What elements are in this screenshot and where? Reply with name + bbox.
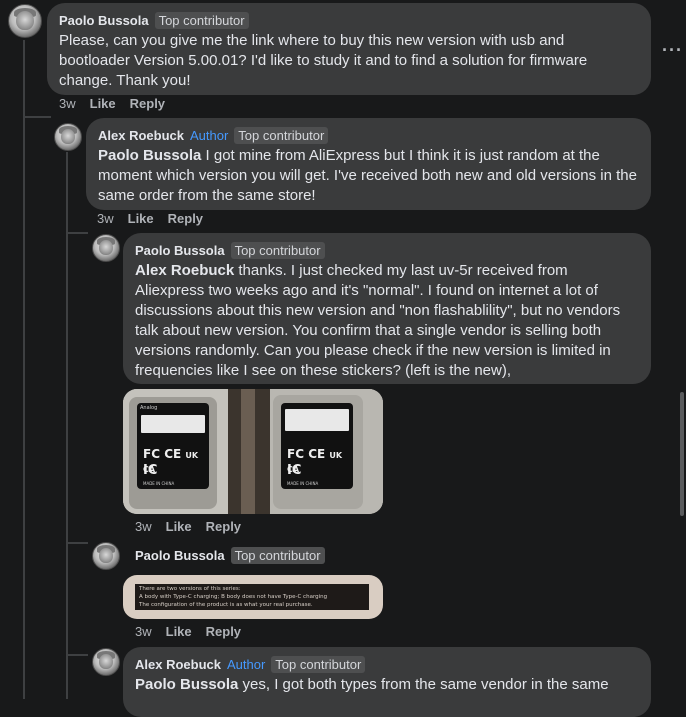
comment-time[interactable]: 3w xyxy=(97,211,114,226)
comment-author[interactable]: Alex Roebuck xyxy=(135,657,221,672)
like-button[interactable]: Like xyxy=(166,624,192,639)
comment-actions: 3w Like Reply xyxy=(97,211,203,226)
image-text-line: There are two versions of this series: xyxy=(139,586,241,592)
comment-actions: 3w Like Reply xyxy=(135,624,241,639)
thread-line xyxy=(66,654,88,656)
comment-text: Paolo Bussola yes, I got both types from… xyxy=(135,675,639,695)
comment-time[interactable]: 3w xyxy=(59,96,76,111)
reply-button[interactable]: Reply xyxy=(206,624,241,639)
attached-image[interactable]: There are two versions of this series: A… xyxy=(123,575,383,619)
like-button[interactable]: Like xyxy=(90,96,116,111)
image-text-line: A body with Type-C charging; B body does… xyxy=(139,594,328,600)
avatar[interactable] xyxy=(8,4,42,38)
thread-line xyxy=(66,232,88,234)
comment-header: Paolo Bussola Top contributor xyxy=(135,545,325,565)
like-button[interactable]: Like xyxy=(166,519,192,534)
comment-author[interactable]: Alex Roebuck xyxy=(98,128,184,143)
avatar[interactable] xyxy=(54,123,82,151)
comment-bubble: Paolo Bussola Top contributor Please, ca… xyxy=(47,3,651,95)
comment-bubble: Alex Roebuck Author Top contributor Paol… xyxy=(86,118,651,210)
comment-text: Please, can you give me the link where t… xyxy=(59,32,588,89)
top-contributor-badge: Top contributor xyxy=(154,11,249,29)
comment-author[interactable]: Paolo Bussola xyxy=(135,548,225,563)
comment-text: Alex Roebuck thanks. I just checked my l… xyxy=(135,261,639,381)
top-contributor-badge: Top contributor xyxy=(230,546,325,564)
avatar[interactable] xyxy=(92,542,120,570)
comment-bubble: Alex Roebuck Author Top contributor Paol… xyxy=(123,647,651,717)
more-horizontal-icon[interactable]: ··· xyxy=(662,40,683,61)
comment-time[interactable]: 3w xyxy=(135,624,152,639)
scrollbar[interactable] xyxy=(680,392,684,516)
top-contributor-badge: Top contributor xyxy=(271,655,366,673)
comment-time[interactable]: 3w xyxy=(135,519,152,534)
thread-line xyxy=(66,152,68,699)
author-badge: Author xyxy=(226,656,266,672)
thread-line xyxy=(23,116,51,118)
avatar[interactable] xyxy=(92,648,120,676)
comment-body: thanks. I just checked my last uv-5r rec… xyxy=(135,262,621,379)
reply-button[interactable]: Reply xyxy=(130,96,165,111)
image-text-line: The configuration of the product is as w… xyxy=(139,602,313,608)
thread-line xyxy=(23,40,25,699)
like-button[interactable]: Like xyxy=(128,211,154,226)
sticker-right: FC CE UK CA IC MADE IN CHINA xyxy=(281,403,353,489)
mention-link[interactable]: Alex Roebuck xyxy=(135,262,234,279)
mention-link[interactable]: Paolo Bussola xyxy=(98,147,201,164)
attached-photo[interactable]: Analog FC CE UK CA IC MADE IN CHINA FC C… xyxy=(123,389,383,514)
mention-link[interactable]: Paolo Bussola xyxy=(135,676,238,693)
sticker-left: Analog FC CE UK CA IC MADE IN CHINA xyxy=(137,403,209,489)
avatar[interactable] xyxy=(92,234,120,262)
comment-actions: 3w Like Reply xyxy=(59,96,165,111)
comment-author[interactable]: Paolo Bussola xyxy=(59,13,149,28)
top-contributor-badge: Top contributor xyxy=(230,241,325,259)
top-contributor-badge: Top contributor xyxy=(234,126,329,144)
comment-bubble: Paolo Bussola Top contributor Alex Roebu… xyxy=(123,233,651,384)
comment-text: Paolo Bussola I got mine from AliExpress… xyxy=(98,146,639,206)
reply-button[interactable]: Reply xyxy=(168,211,203,226)
thread-line xyxy=(66,542,88,544)
reply-button[interactable]: Reply xyxy=(206,519,241,534)
comment-body: yes, I got both types from the same vend… xyxy=(238,676,609,693)
comment-author[interactable]: Paolo Bussola xyxy=(135,243,225,258)
author-badge: Author xyxy=(189,127,229,143)
comment-actions: 3w Like Reply xyxy=(135,519,241,534)
